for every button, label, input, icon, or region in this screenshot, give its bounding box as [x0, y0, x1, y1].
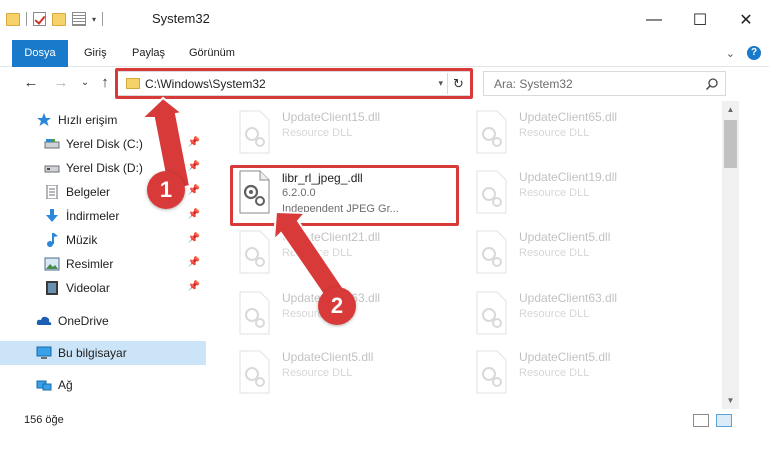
- callout-1: 1: [147, 171, 185, 209]
- scroll-down-arrow-icon[interactable]: ▼: [722, 392, 739, 409]
- scroll-up-arrow-icon[interactable]: ▲: [722, 101, 739, 118]
- vertical-scrollbar[interactable]: ▲ ▼: [722, 101, 739, 409]
- large-icons-view-button[interactable]: [716, 414, 732, 427]
- status-bar: 156 öğe: [0, 409, 769, 433]
- window-bottom: [0, 433, 769, 464]
- details-view-button[interactable]: [693, 414, 709, 427]
- callout-2: 2: [318, 287, 356, 325]
- item-count: 156 öğe: [24, 414, 64, 426]
- annotation-arrows: [139, 96, 348, 305]
- scrollbar-thumb[interactable]: [724, 120, 737, 168]
